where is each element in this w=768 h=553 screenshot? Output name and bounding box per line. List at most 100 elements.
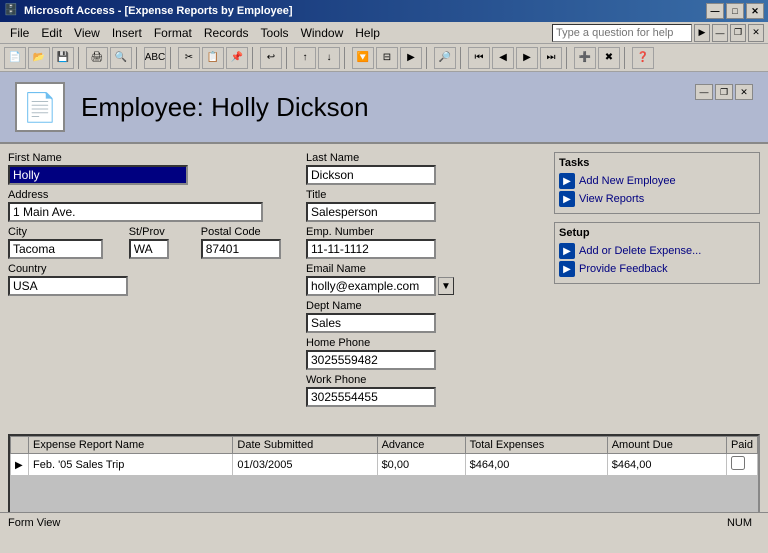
- paid-cell: [726, 454, 757, 476]
- dept-label: Dept Name: [306, 300, 546, 312]
- toolbar-cut[interactable]: ✂: [178, 47, 200, 69]
- first-name-input[interactable]: [8, 165, 188, 185]
- email-browse-button[interactable]: ▼: [438, 277, 454, 295]
- row-arrow-cell: ▶: [11, 454, 29, 476]
- toolbar-nav3[interactable]: ▶: [516, 47, 538, 69]
- maximize-button[interactable]: □: [726, 3, 744, 19]
- work-phone-field: Work Phone: [306, 374, 546, 407]
- status-bar: Form View NUM: [0, 512, 768, 532]
- toolbar-filter-apply[interactable]: ▶: [400, 47, 422, 69]
- toolbar-save[interactable]: 💾: [52, 47, 74, 69]
- provide-feedback-item[interactable]: ▶ Provide Feedback: [559, 261, 755, 277]
- city-label: City: [8, 226, 125, 238]
- address-label: Address: [8, 189, 298, 201]
- title-input[interactable]: [306, 202, 436, 222]
- title-bar: 🗄️ Microsoft Access - [Expense Reports b…: [0, 0, 768, 22]
- help-minimize[interactable]: —: [712, 24, 728, 42]
- last-name-input[interactable]: [306, 165, 436, 185]
- app-icon: 🗄️: [4, 3, 20, 19]
- toolbar-nav2[interactable]: ◀: [492, 47, 514, 69]
- paid-checkbox[interactable]: [731, 456, 745, 470]
- toolbar-sep2: [136, 47, 140, 69]
- postal-field: Postal Code: [201, 226, 298, 259]
- document-icon: 📄: [23, 91, 58, 124]
- state-label: St/Prov: [129, 226, 197, 238]
- toolbar-undo[interactable]: ↩: [260, 47, 282, 69]
- report-name-cell: Feb. '05 Sales Trip: [29, 454, 233, 476]
- view-reports-icon: ▶: [559, 191, 575, 207]
- close-button[interactable]: ✕: [746, 3, 764, 19]
- address-field: Address: [8, 189, 298, 222]
- add-new-employee-item[interactable]: ▶ Add New Employee: [559, 173, 755, 189]
- emp-number-input[interactable]: [306, 239, 436, 259]
- toolbar-sep9: [566, 47, 570, 69]
- status-right: NUM: [727, 517, 760, 529]
- inner-minimize-button[interactable]: —: [695, 84, 713, 100]
- provide-feedback-label: Provide Feedback: [579, 263, 668, 275]
- menu-format[interactable]: Format: [148, 24, 198, 42]
- menu-insert[interactable]: Insert: [106, 24, 148, 42]
- add-delete-icon: ▶: [559, 243, 575, 259]
- toolbar-sep1: [78, 47, 82, 69]
- toolbar-filter[interactable]: 🔽: [352, 47, 374, 69]
- view-reports-item[interactable]: ▶ View Reports: [559, 191, 755, 207]
- toolbar-sep8: [460, 47, 464, 69]
- toolbar-open[interactable]: 📂: [28, 47, 50, 69]
- help-restore[interactable]: ❐: [730, 24, 746, 42]
- help-search-input[interactable]: [552, 24, 692, 42]
- inner-restore-button[interactable]: ❐: [715, 84, 733, 100]
- dept-input[interactable]: [306, 313, 436, 333]
- postal-input[interactable]: [201, 239, 281, 259]
- work-phone-input[interactable]: [306, 387, 436, 407]
- toolbar-sep6: [344, 47, 348, 69]
- last-name-label: Last Name: [306, 152, 546, 164]
- toolbar-sort-desc[interactable]: ↓: [318, 47, 340, 69]
- menu-tools[interactable]: Tools: [255, 24, 295, 42]
- toolbar-nav1[interactable]: ⏮: [468, 47, 490, 69]
- country-field: Country: [8, 263, 298, 296]
- toolbar-filter2[interactable]: ⊟: [376, 47, 398, 69]
- table-row[interactable]: ▶ Feb. '05 Sales Trip 01/03/2005 $0,00 $…: [11, 454, 758, 476]
- city-state-zip-row: City St/Prov Postal Code: [8, 226, 298, 259]
- state-input[interactable]: [129, 239, 169, 259]
- help-go-button[interactable]: ▶: [694, 24, 710, 42]
- toolbar-paste[interactable]: 📌: [226, 47, 248, 69]
- add-delete-expense-item[interactable]: ▶ Add or Delete Expense...: [559, 243, 755, 259]
- toolbar-help[interactable]: ❓: [632, 47, 654, 69]
- toolbar-sort-asc[interactable]: ↑: [294, 47, 316, 69]
- home-phone-input[interactable]: [306, 350, 436, 370]
- toolbar: 📄 📂 💾 🖨 🔍 ABC ✂ 📋 📌 ↩ ↑ ↓ 🔽 ⊟ ▶ 🔎 ⏮ ◀ ▶ …: [0, 44, 768, 72]
- email-input[interactable]: [306, 276, 436, 296]
- city-input[interactable]: [8, 239, 103, 259]
- menu-view[interactable]: View: [68, 24, 106, 42]
- toolbar-print[interactable]: 🖨: [86, 47, 108, 69]
- toolbar-new[interactable]: 📄: [4, 47, 26, 69]
- toolbar-new-rec[interactable]: ➕: [574, 47, 596, 69]
- menu-file[interactable]: File: [4, 24, 35, 42]
- window-controls: — □ ✕: [706, 3, 764, 19]
- setup-box: Setup ▶ Add or Delete Expense... ▶ Provi…: [554, 222, 760, 284]
- emp-number-field: Emp. Number: [306, 226, 546, 259]
- city-field: City: [8, 226, 125, 259]
- date-cell: 01/03/2005: [233, 454, 377, 476]
- total-cell: $464,00: [465, 454, 607, 476]
- toolbar-del[interactable]: ✖: [598, 47, 620, 69]
- country-input[interactable]: [8, 276, 128, 296]
- toolbar-find[interactable]: 🔎: [434, 47, 456, 69]
- tasks-title: Tasks: [559, 157, 755, 169]
- menu-window[interactable]: Window: [295, 24, 350, 42]
- help-close[interactable]: ✕: [748, 24, 764, 42]
- toolbar-nav4[interactable]: ⏭: [540, 47, 562, 69]
- toolbar-copy[interactable]: 📋: [202, 47, 224, 69]
- menu-edit[interactable]: Edit: [35, 24, 68, 42]
- address-input[interactable]: [8, 202, 263, 222]
- work-phone-label: Work Phone: [306, 374, 546, 386]
- toolbar-spell[interactable]: ABC: [144, 47, 166, 69]
- menu-records[interactable]: Records: [198, 24, 255, 42]
- toolbar-preview[interactable]: 🔍: [110, 47, 132, 69]
- country-label: Country: [8, 263, 298, 275]
- minimize-button[interactable]: —: [706, 3, 724, 19]
- menu-help[interactable]: Help: [349, 24, 386, 42]
- inner-close-button[interactable]: ✕: [735, 84, 753, 100]
- right-column: Tasks ▶ Add New Employee ▶ View Reports …: [554, 152, 760, 426]
